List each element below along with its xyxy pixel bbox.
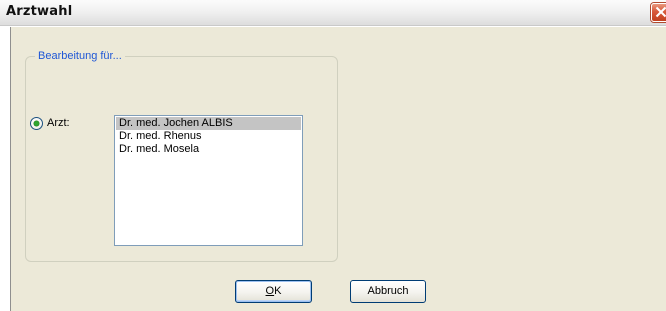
list-item[interactable]: Dr. med. Jochen ALBIS [116,117,301,130]
list-item[interactable]: Dr. med. Mosela [116,143,301,156]
dialog-window: Arztwahl Bearbeitung für... Arzt: Dr. me… [0,0,666,311]
cancel-button[interactable]: Abbruch [350,280,426,303]
list-item[interactable]: Dr. med. Rhenus [116,130,301,143]
doctor-listbox[interactable]: Dr. med. Jochen ALBIS Dr. med. Rhenus Dr… [114,115,303,246]
ok-button-label-rest: K [274,285,282,297]
dialog-client-area: Bearbeitung für... Arzt: Dr. med. Jochen… [10,27,666,311]
ok-button-mnemonic: O [265,285,275,297]
ok-button[interactable]: OK [235,280,312,303]
close-button[interactable] [651,3,666,22]
window-title: Arztwahl [6,4,73,19]
doctor-radio-button[interactable] [30,117,43,130]
title-bar[interactable]: Arztwahl [0,0,666,26]
doctor-radio-label[interactable]: Arzt: [47,116,70,130]
radio-checked-dot [34,121,39,126]
groupbox-legend: Bearbeitung für... [35,49,125,63]
close-icon [655,6,666,18]
